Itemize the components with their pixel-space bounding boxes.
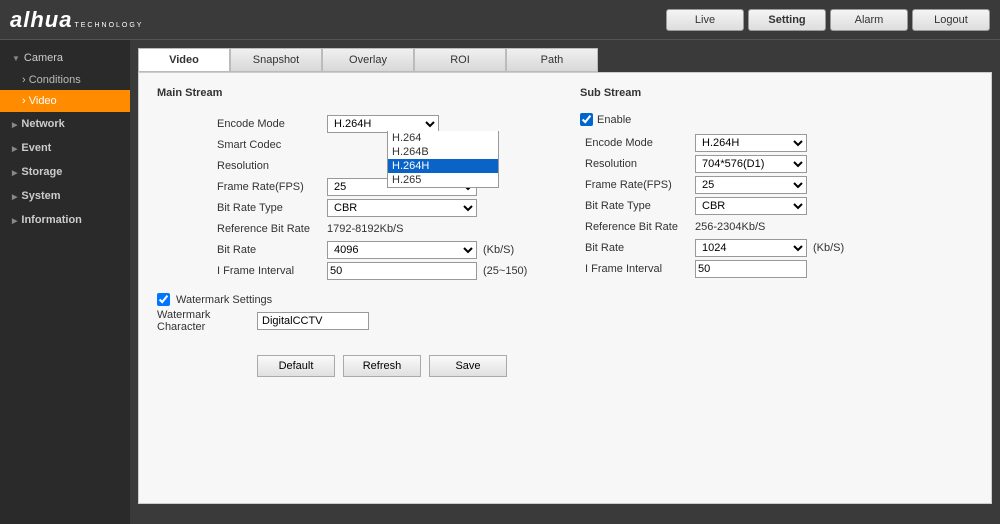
tab-logout[interactable]: Logout: [912, 9, 990, 31]
action-buttons: Default Refresh Save: [257, 355, 973, 377]
wmc-input[interactable]: [257, 312, 369, 330]
main-stream-title: Main Stream: [157, 87, 550, 99]
sidebar: Camera Conditions Video Network Event St…: [0, 40, 130, 524]
ifi-label: I Frame Interval: [217, 265, 327, 277]
sidebar-system[interactable]: System: [0, 184, 130, 208]
header: alhuaTECHNOLOGY Live Setting Alarm Logou…: [0, 0, 1000, 40]
sidebar-conditions[interactable]: Conditions: [0, 70, 130, 90]
sub-ref-value: 256-2304Kb/S: [695, 221, 765, 233]
sub-br-unit: (Kb/S): [813, 242, 844, 254]
sub-fps-select[interactable]: 25: [695, 176, 807, 194]
content-tabs: Video Snapshot Overlay ROI Path: [138, 48, 992, 72]
sidebar-information[interactable]: Information: [0, 208, 130, 232]
sub-br-select[interactable]: 1024: [695, 239, 807, 257]
sub-fps-label: Frame Rate(FPS): [585, 179, 695, 191]
brt-label: Bit Rate Type: [217, 202, 327, 214]
sub-enable-label: Enable: [597, 114, 631, 126]
wmc-label: Watermark Character: [157, 309, 257, 333]
logo: alhuaTECHNOLOGY: [10, 7, 143, 33]
br-select[interactable]: 4096: [327, 241, 477, 259]
content: Video Snapshot Overlay ROI Path Main Str…: [130, 40, 1000, 524]
fps-label: Frame Rate(FPS): [217, 181, 327, 193]
encode-mode-label: Encode Mode: [217, 118, 327, 130]
top-tabs: Live Setting Alarm Logout: [666, 9, 990, 31]
smart-codec-label: Smart Codec: [217, 139, 327, 151]
sidebar-video[interactable]: Video: [0, 90, 130, 112]
encode-option-h264[interactable]: H.264: [388, 131, 498, 145]
encode-option-h264h[interactable]: H.264H: [388, 159, 498, 173]
resolution-label: Resolution: [217, 160, 327, 172]
sub-ifi-label: I Frame Interval: [585, 263, 695, 275]
tab-setting[interactable]: Setting: [748, 9, 826, 31]
sidebar-camera[interactable]: Camera: [0, 46, 130, 70]
sidebar-event[interactable]: Event: [0, 136, 130, 160]
sub-encode-select[interactable]: H.264H: [695, 134, 807, 152]
sub-brt-select[interactable]: CBR: [695, 197, 807, 215]
encode-mode-select[interactable]: H.264H: [327, 115, 439, 133]
settings-panel: Main Stream Encode Mode H.264H H.264 H.2…: [138, 72, 992, 504]
tab-alarm[interactable]: Alarm: [830, 9, 908, 31]
ref-value: 1792-8192Kb/S: [327, 223, 403, 235]
save-button[interactable]: Save: [429, 355, 507, 377]
encode-option-h265[interactable]: H.265: [388, 173, 498, 187]
brt-select[interactable]: CBR: [327, 199, 477, 217]
tab-live[interactable]: Live: [666, 9, 744, 31]
sub-stream-column: Sub Stream Enable Encode ModeH.264H Reso…: [580, 87, 973, 331]
tab-path[interactable]: Path: [506, 48, 598, 72]
sidebar-network[interactable]: Network: [0, 112, 130, 136]
sidebar-storage[interactable]: Storage: [0, 160, 130, 184]
sub-br-label: Bit Rate: [585, 242, 695, 254]
sub-encode-label: Encode Mode: [585, 137, 695, 149]
main-stream-column: Main Stream Encode Mode H.264H H.264 H.2…: [157, 87, 550, 331]
br-unit: (Kb/S): [483, 244, 514, 256]
ifi-unit: (25~150): [483, 265, 527, 277]
sub-ref-label: Reference Bit Rate: [585, 221, 695, 233]
default-button[interactable]: Default: [257, 355, 335, 377]
tab-roi[interactable]: ROI: [414, 48, 506, 72]
sub-res-label: Resolution: [585, 158, 695, 170]
sub-enable-checkbox[interactable]: [580, 113, 593, 126]
sub-stream-title: Sub Stream: [580, 87, 973, 99]
sub-res-select[interactable]: 704*576(D1): [695, 155, 807, 173]
watermark-label: Watermark Settings: [176, 294, 272, 306]
encode-option-h264b[interactable]: H.264B: [388, 145, 498, 159]
refresh-button[interactable]: Refresh: [343, 355, 421, 377]
tab-snapshot[interactable]: Snapshot: [230, 48, 322, 72]
tab-overlay[interactable]: Overlay: [322, 48, 414, 72]
watermark-checkbox[interactable]: [157, 293, 170, 306]
sub-ifi-input[interactable]: [695, 260, 807, 278]
tab-video[interactable]: Video: [138, 48, 230, 72]
ifi-input[interactable]: [327, 262, 477, 280]
ref-label: Reference Bit Rate: [217, 223, 327, 235]
sub-brt-label: Bit Rate Type: [585, 200, 695, 212]
br-label: Bit Rate: [217, 244, 327, 256]
encode-mode-dropdown: H.264 H.264B H.264H H.265: [387, 131, 499, 188]
